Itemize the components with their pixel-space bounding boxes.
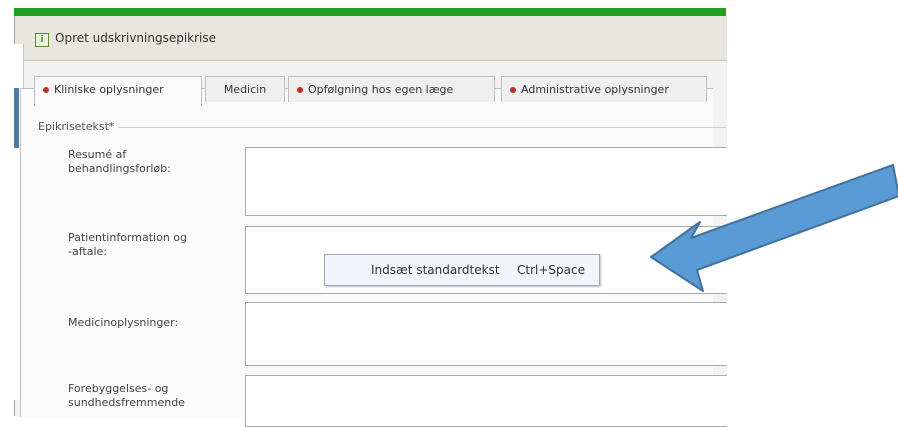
pointer-arrow-icon	[650, 164, 898, 292]
